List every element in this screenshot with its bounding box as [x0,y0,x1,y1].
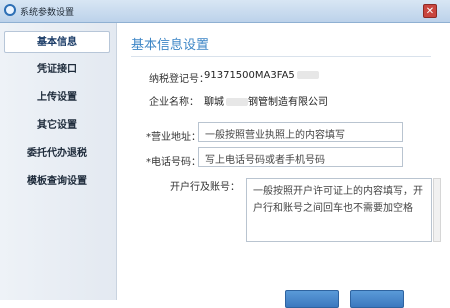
sidebar-item-label: 其它设置 [37,120,77,131]
close-button[interactable]: ✕ [423,4,437,18]
cancel-button[interactable] [350,290,404,308]
window-titlebar: 系统参数设置 ✕ [0,0,450,23]
confirm-button[interactable] [285,290,339,308]
phone-label: *电话号码： [146,157,201,168]
tax-id-label: 纳税登记号： [149,74,209,85]
sidebar-item-basic-info[interactable]: 基本信息 [4,31,110,53]
company-name-right: 钢管制造有限公司 [248,97,328,108]
tax-id-value: 91371500MA3FA5 [204,70,295,81]
window-title: 系统参数设置 [20,8,75,18]
sidebar: 基本信息 凭证接口 上传设置 其它设置 委托代办退税 模板查询设置 [0,23,117,300]
company-name-label: 企业名称： [149,97,199,108]
app-icon [4,4,16,16]
sidebar-item-other-settings[interactable]: 其它设置 [4,115,110,137]
tax-id-value-wrap: 91371500MA3FA5 [204,70,319,81]
sidebar-item-tax-refund-agent[interactable]: 委托代办退税 [4,143,110,165]
phone-field[interactable]: 写上电话号码或者手机号码 [198,147,403,167]
sidebar-item-label: 凭证接口 [37,64,77,75]
address-label: *营业地址： [146,132,201,143]
address-field[interactable]: 一般按照营业执照上的内容填写 [198,122,403,142]
company-name-wrap: 聊城 钢管制造有限公司 [204,93,328,108]
redaction-blur [296,71,319,79]
sidebar-item-label: 委托代办退税 [27,148,87,159]
bank-account-scrollbar[interactable] [433,178,441,242]
page-title: 基本信息设置 [131,38,210,53]
sidebar-item-upload-settings[interactable]: 上传设置 [4,87,110,109]
sidebar-item-label: 模板查询设置 [27,176,87,187]
sidebar-item-label: 基本信息 [37,37,77,48]
bank-account-label: 开户行及账号： [170,182,240,193]
company-name-left: 聊城 [204,97,224,108]
sidebar-item-voucher-interface[interactable]: 凭证接口 [4,59,110,81]
redaction-blur [226,98,248,106]
sidebar-item-label: 上传设置 [37,92,77,103]
bank-account-field[interactable]: 一般按照开户许可证上的内容填写，开户行和账号之间回车也不需要加空格 [246,178,432,242]
sidebar-item-template-query[interactable]: 模板查询设置 [4,171,110,193]
title-divider [131,56,431,57]
